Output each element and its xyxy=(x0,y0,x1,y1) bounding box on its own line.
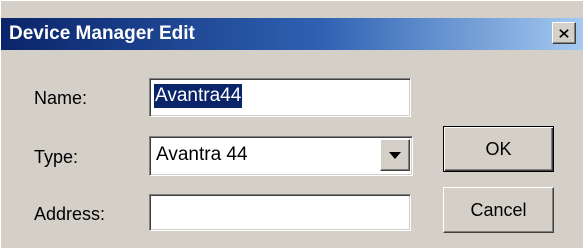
chevron-down-icon xyxy=(389,151,401,159)
address-label: Address: xyxy=(34,204,106,224)
type-select[interactable]: Avantra 44 xyxy=(149,136,413,176)
type-dropdown-button[interactable] xyxy=(380,139,410,171)
dialog-title: Device Manager Edit xyxy=(9,23,195,44)
name-field-value: Avantra44 xyxy=(154,84,243,108)
title-bar[interactable]: Device Manager Edit xyxy=(1,18,583,50)
ok-button[interactable]: OK xyxy=(443,126,554,172)
address-field[interactable] xyxy=(149,194,411,231)
close-icon xyxy=(559,28,569,38)
type-select-value: Avantra 44 xyxy=(156,144,248,165)
cancel-button[interactable]: Cancel xyxy=(443,187,554,233)
name-field[interactable]: Avantra44 xyxy=(149,78,411,117)
type-label: Type: xyxy=(34,147,79,167)
name-label: Name: xyxy=(34,88,88,108)
close-button[interactable] xyxy=(552,22,576,44)
device-manager-edit-dialog: Device Manager Edit Name: Avantra44 Type… xyxy=(0,0,583,248)
